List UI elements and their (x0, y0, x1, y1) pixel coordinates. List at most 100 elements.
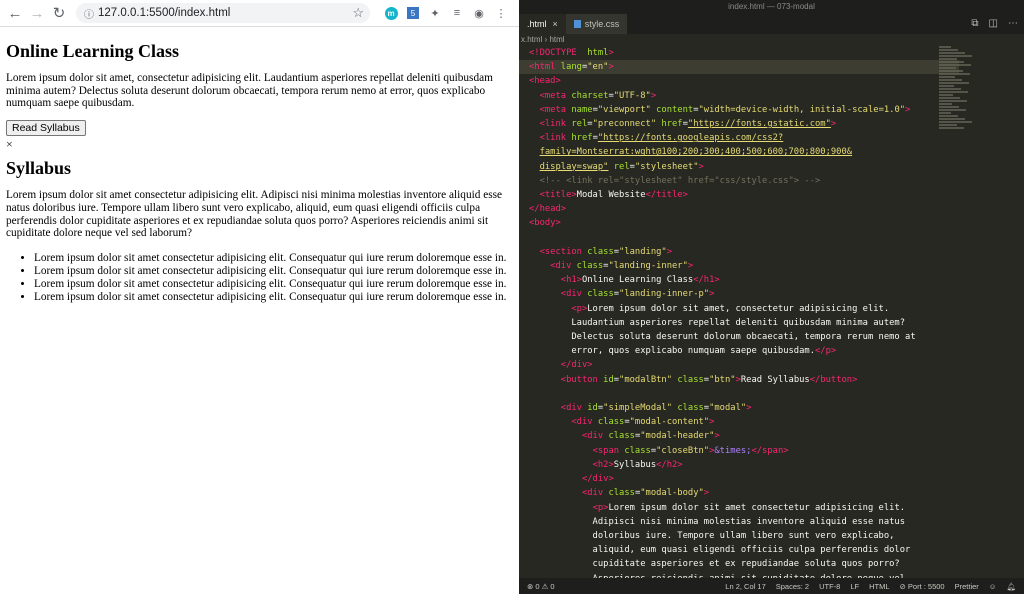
minimap-line (939, 115, 958, 117)
modal-body-paragraph: Lorem ipsum dolor sit amet consectetur a… (6, 189, 503, 240)
code-line[interactable]: <div id="simpleModal" class="modal"> (519, 401, 959, 415)
code-line[interactable]: Laudantium asperiores repellat deleniti … (519, 316, 959, 330)
minimap-line (939, 109, 966, 111)
minimap-line (939, 52, 965, 54)
end-of-line[interactable]: LF (850, 582, 859, 591)
code-line[interactable]: display=swap" rel="stylesheet"> (519, 160, 959, 174)
intro-paragraph: Lorem ipsum dolor sit amet, consectetur … (6, 72, 493, 110)
minimap-line (939, 70, 963, 72)
code-line[interactable]: <section class="landing"> (519, 245, 959, 259)
code-line[interactable] (519, 387, 959, 401)
code-line[interactable] (519, 231, 959, 245)
code-line[interactable]: <body> (519, 216, 959, 230)
more-actions-icon[interactable]: ⋯ (1008, 18, 1018, 29)
code-line[interactable]: <meta charset="UTF-8"> (519, 89, 959, 103)
minimap-line (939, 127, 964, 129)
code-line[interactable]: Delectus soluta deserunt dolorum obcaeca… (519, 330, 959, 344)
minimap-line (939, 58, 957, 60)
code-line[interactable]: <div class="landing-inner-p"> (519, 287, 959, 301)
close-icon[interactable]: × (6, 138, 513, 150)
language-mode[interactable]: HTML (869, 582, 889, 591)
bookmark-star-icon[interactable]: ☆ (352, 5, 364, 21)
compare-icon[interactable]: ⧉ (971, 18, 978, 29)
code-line[interactable]: </div> (519, 358, 959, 372)
minimap-line (939, 91, 968, 93)
close-tab-icon[interactable]: × (553, 19, 558, 29)
address-bar[interactable]: ⓘ 127.0.0.1:5500/index.html ☆ (76, 3, 370, 23)
list-item: Lorem ipsum dolor sit amet consectetur a… (34, 278, 513, 291)
code-line[interactable]: <link rel="preconnect" href="https://fon… (519, 117, 959, 131)
code-line[interactable]: Adipisci nisi minima molestias inventore… (519, 515, 959, 529)
code-line[interactable]: <div class="modal-content"> (519, 415, 959, 429)
minimap-line (939, 64, 971, 66)
extension-m-icon[interactable]: m (382, 4, 400, 22)
minimap-line (939, 67, 956, 69)
code-line[interactable]: <h2>Syllabus</h2> (519, 458, 959, 472)
list-item: Lorem ipsum dolor sit amet consectetur a… (34, 291, 513, 304)
forward-icon[interactable]: → (26, 2, 48, 24)
breadcrumb[interactable]: x.html › html (519, 34, 1024, 45)
split-editor-icon[interactable]: ◫ (989, 18, 998, 29)
code-line[interactable]: <link href="https://fonts.googleapis.com… (519, 131, 959, 145)
code-line[interactable]: <div class="modal-header"> (519, 429, 959, 443)
browser-window: ← → ↻ ⓘ 127.0.0.1:5500/index.html ☆ m 5 … (0, 0, 519, 594)
minimap-line (939, 73, 970, 75)
puzzle-icon[interactable]: ✦ (426, 4, 444, 22)
code-line[interactable]: <p>Lorem ipsum dolor sit amet, consectet… (519, 302, 959, 316)
cursor-position[interactable]: Ln 2, Col 17 (725, 582, 765, 591)
notifications-icon[interactable]: 🔔︎ (1006, 582, 1016, 591)
extension-5-icon[interactable]: 5 (404, 4, 422, 22)
code-line[interactable]: <div class="modal-body"> (519, 486, 959, 500)
minimap-line (939, 85, 954, 87)
live-server-port[interactable]: ⊘ Port : 5500 (900, 582, 945, 591)
more-icon[interactable]: ⋮ (492, 4, 510, 22)
css-file-icon (573, 20, 581, 28)
encoding[interactable]: UTF-8 (819, 582, 840, 591)
reload-icon[interactable]: ↻ (48, 2, 70, 24)
code-line[interactable]: <p>Lorem ipsum dolor sit amet consectetu… (519, 501, 959, 515)
problems-indicator[interactable]: ⊗ 0 ⚠ 0 (519, 582, 555, 591)
tab-style-css[interactable]: style.css (565, 14, 628, 34)
code-line[interactable]: <div class="landing-inner"> (519, 259, 959, 273)
code-line[interactable]: <meta name="viewport" content="width=dev… (519, 103, 959, 117)
code-line[interactable]: family=Montserrat:wght@100;200;300;400;5… (519, 145, 959, 159)
code-line[interactable]: <h1>Online Learning Class</h1> (519, 273, 959, 287)
minimap-line (939, 112, 951, 114)
code-line[interactable]: <html lang="en"> (519, 60, 959, 75)
minimap[interactable] (939, 46, 974, 136)
prettier-status[interactable]: Prettier (955, 582, 979, 591)
account-icon[interactable]: ◉ (470, 4, 488, 22)
code-line[interactable]: <title>Modal Website</title> (519, 188, 959, 202)
read-syllabus-button[interactable]: Read Syllabus (6, 120, 86, 137)
minimap-line (939, 61, 964, 63)
minimap-line (939, 82, 969, 84)
playlist-icon[interactable]: ≡ (448, 4, 466, 22)
minimap-line (939, 88, 961, 90)
code-line[interactable]: cupiditate asperiores et ex repudiandae … (519, 557, 959, 571)
page-title: Online Learning Class (6, 41, 180, 61)
code-line[interactable]: </div> (519, 472, 959, 486)
code-line[interactable]: error, quos explicabo numquam saepe quib… (519, 344, 959, 358)
page-content: Online Learning Class Lorem ipsum dolor … (0, 27, 519, 304)
tab-label: style.css (584, 19, 620, 29)
back-icon[interactable]: ← (4, 2, 26, 24)
code-line[interactable]: <span class="closeBtn">&times;</span> (519, 444, 959, 458)
code-line[interactable]: <head> (519, 74, 959, 88)
minimap-line (939, 55, 972, 57)
window-title: index.html — 073-modal (519, 0, 1024, 14)
code-line[interactable]: <!DOCTYPE html> (519, 46, 959, 60)
code-area[interactable]: <!DOCTYPE html> <html lang="en"> <head> <m… (519, 46, 959, 578)
code-line[interactable]: doloribus iure. Tempore ullam libero sun… (519, 529, 959, 543)
code-line[interactable]: <button id="modalBtn" class="btn">Read S… (519, 373, 959, 387)
url-text[interactable]: 127.0.0.1:5500/index.html (98, 7, 230, 19)
code-line[interactable]: <!-- <link rel="stylesheet" href="css/st… (519, 174, 959, 188)
code-line[interactable]: </head> (519, 202, 959, 216)
minimap-line (939, 97, 960, 99)
tab-index-html[interactable]: .html × (519, 14, 566, 34)
feedback-icon[interactable]: ☺ (989, 582, 997, 591)
indentation[interactable]: Spaces: 2 (776, 582, 809, 591)
code-line[interactable]: aliquid, eum quasi eligendi officiis cul… (519, 543, 959, 557)
minimap-line (939, 46, 951, 48)
minimap-line (939, 118, 965, 120)
info-icon[interactable]: ⓘ (80, 6, 98, 21)
